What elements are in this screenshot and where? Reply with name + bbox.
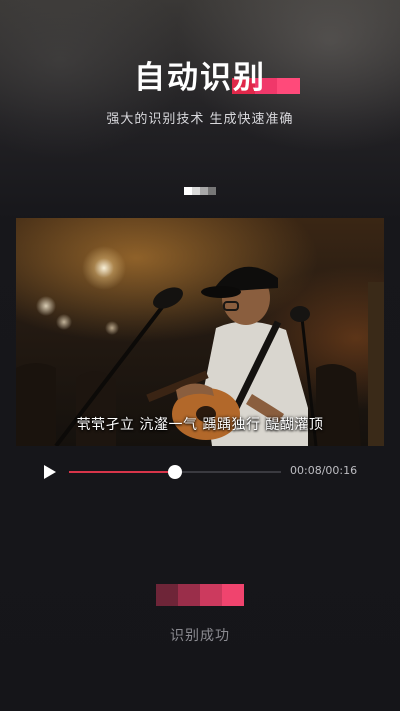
microphone — [153, 287, 183, 309]
status-segment — [222, 584, 244, 606]
page-dot — [192, 187, 200, 195]
page-subtitle: 强大的识别技术 生成快速准确 — [106, 112, 294, 127]
app-screen: 自动识别 强大的识别技术 生成快速准确 茕茕孑立 沆瀣一气 踽踽独行 醍醐灌顶 … — [0, 0, 400, 711]
status-segment — [156, 584, 178, 606]
microphone — [290, 306, 310, 322]
status-segment — [178, 584, 200, 606]
page-indicator — [184, 187, 216, 195]
recognition-status: 识别成功 — [170, 628, 230, 644]
play-icon — [44, 465, 56, 479]
player-controls: 00:08/00:16 — [16, 462, 384, 482]
cap-brim — [201, 286, 241, 298]
recognition-progress-bar — [156, 584, 244, 606]
crowd-silhouette — [76, 370, 116, 446]
status-segment — [200, 584, 222, 606]
page-dot — [184, 187, 192, 195]
progress-thumb[interactable] — [168, 465, 182, 479]
play-button[interactable] — [42, 464, 58, 480]
time-display: 00:08/00:16 — [290, 464, 358, 477]
page-title: 自动识别 — [134, 60, 266, 96]
page-dot — [200, 187, 208, 195]
page-dot — [208, 187, 216, 195]
video-preview[interactable]: 茕茕孑立 沆瀣一气 踽踽独行 醍醐灌顶 — [16, 218, 384, 446]
video-caption: 茕茕孑立 沆瀣一气 踽踽独行 醍醐灌顶 — [76, 417, 324, 433]
progress-bar[interactable] — [69, 465, 281, 479]
progress-fill — [69, 471, 175, 473]
performer-illustration — [16, 266, 384, 446]
